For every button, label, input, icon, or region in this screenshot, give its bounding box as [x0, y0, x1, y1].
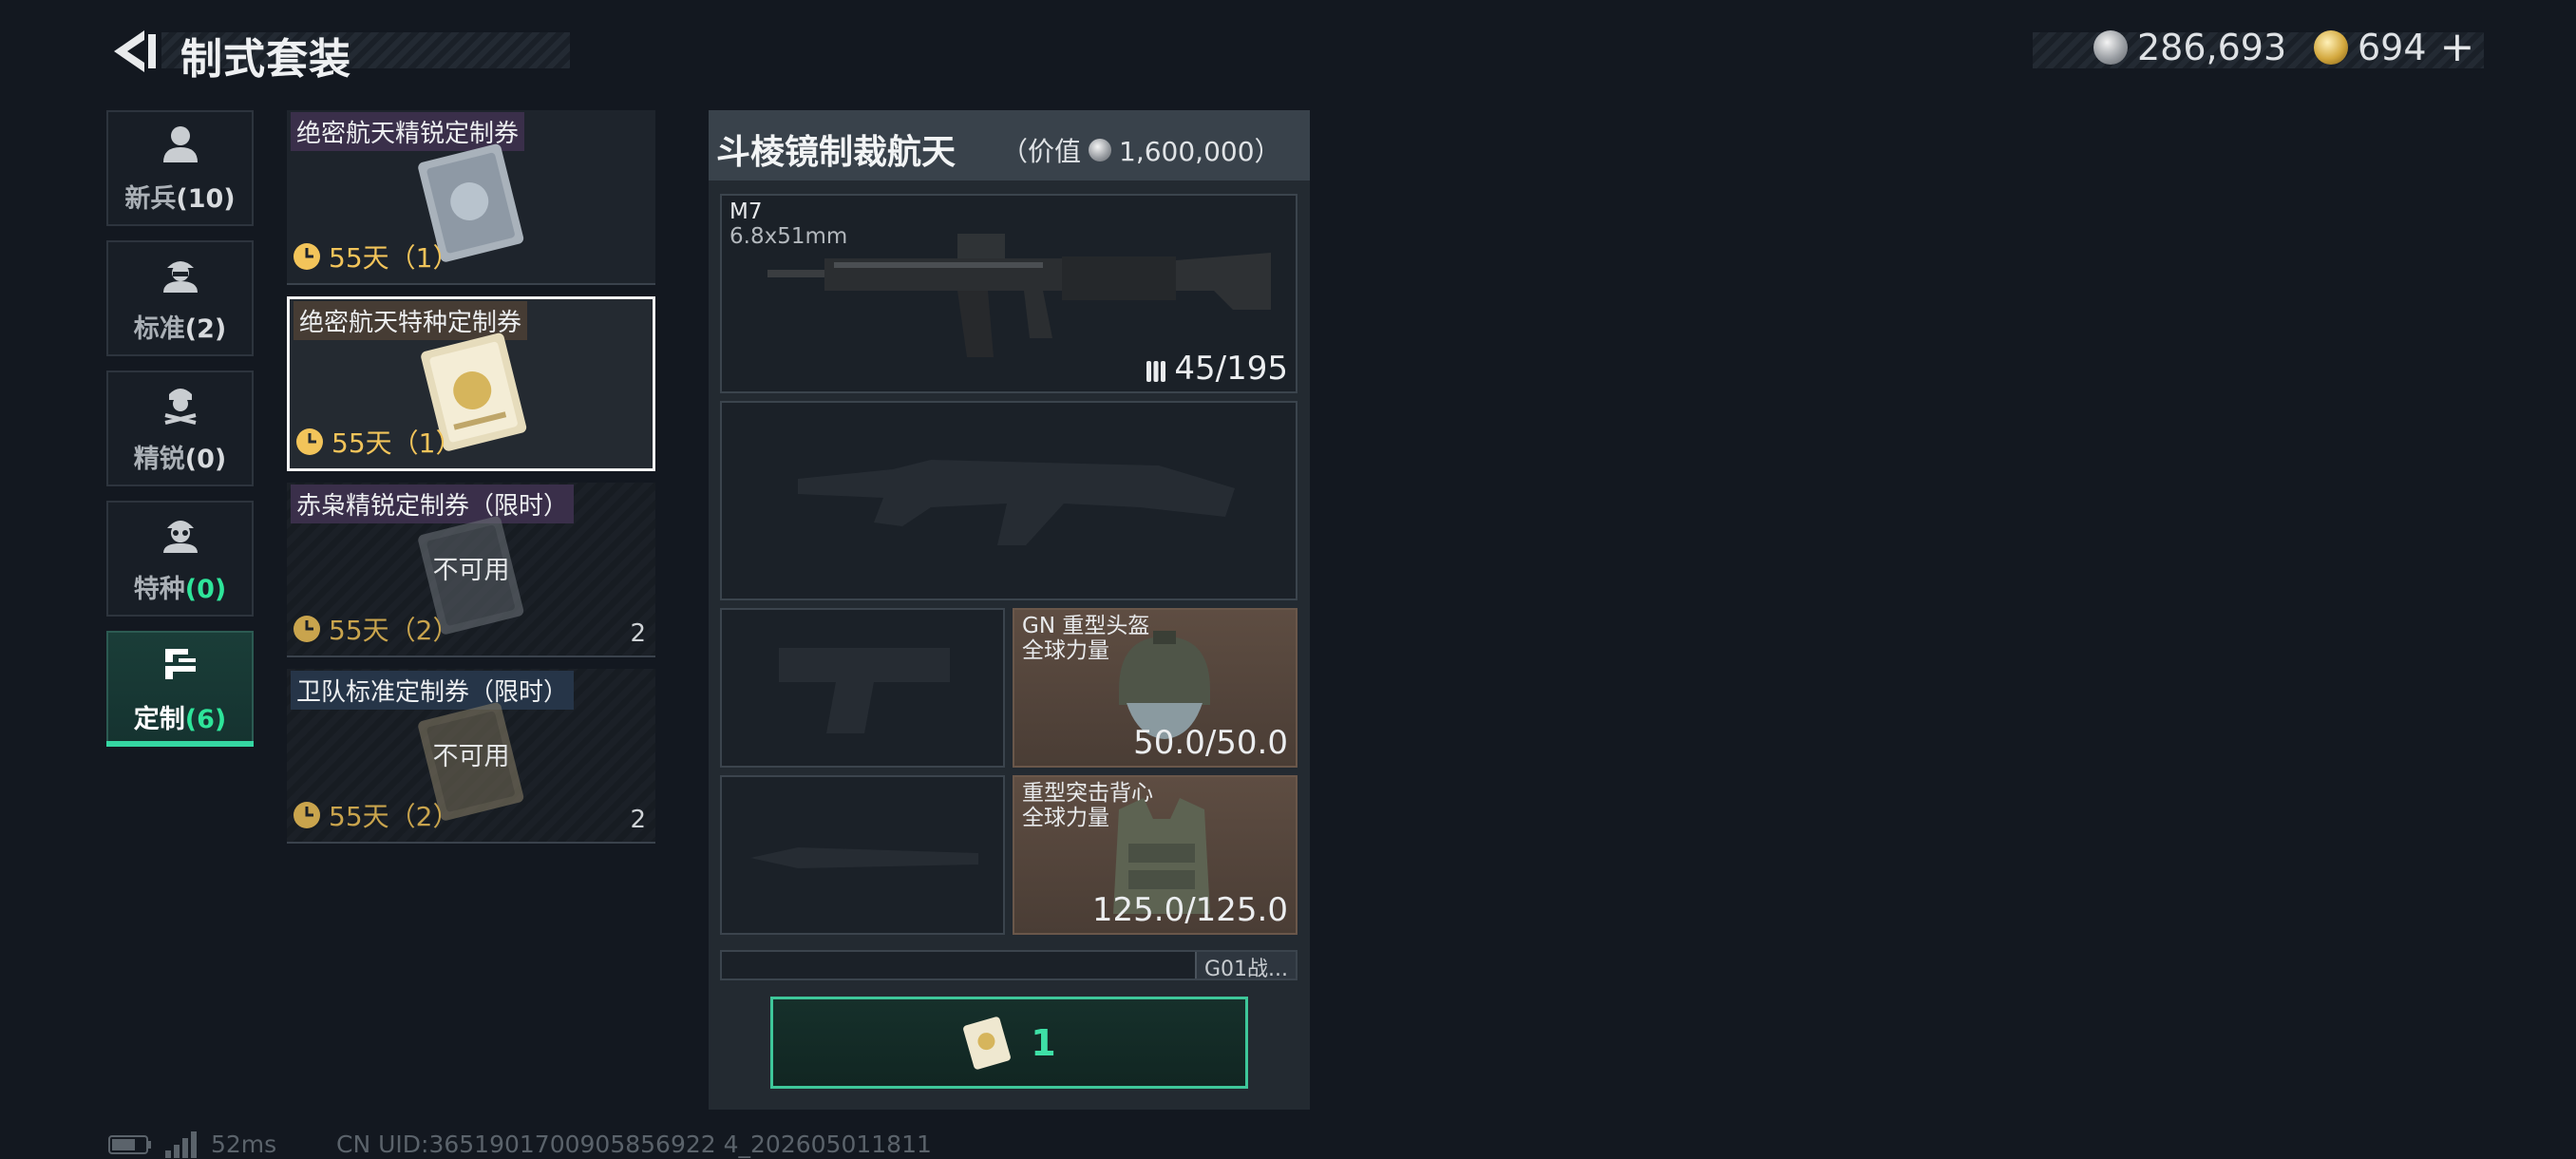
user-uid: CN UID:3651901700905856922 4_20260501181…	[336, 1130, 932, 1158]
silver-coin-icon	[1089, 139, 1112, 162]
clock-icon	[296, 428, 323, 455]
empty-melee-silhouette	[750, 847, 978, 868]
coupon-duration: 55天（1）	[293, 238, 459, 276]
ammo-count: 45/195	[1146, 350, 1288, 388]
tab-label: 定制(6)	[133, 704, 227, 734]
add-currency-button[interactable]: +	[2440, 27, 2475, 68]
ping-label: 52ms	[211, 1130, 277, 1158]
coupon-quantity: 2	[630, 806, 646, 834]
extra-item-tag: G01战...	[1194, 952, 1296, 981]
loadout-value: （价值 1,600,000）	[1001, 136, 1281, 167]
loadout-panel: 斗棱镜制裁航天 （价值 1,600,000） M7 6.8x51mm 45/19…	[709, 110, 1310, 1110]
coupon-duration: 55天（1）	[295, 423, 462, 461]
tab-special[interactable]: 特种(0)	[106, 501, 254, 617]
tab-elite[interactable]: 精锐(0)	[106, 370, 254, 486]
standard-icon	[162, 260, 198, 293]
extra-items-row[interactable]: G01战...	[720, 950, 1297, 981]
coupon-card[interactable]: 绝密航天精锐定制券 55天（1）	[287, 110, 655, 285]
tab-label: 标准(2)	[133, 314, 227, 344]
silver-coin-icon	[2093, 30, 2128, 65]
unavailable-label: 不可用	[432, 556, 510, 585]
empty-rifle-silhouette	[798, 460, 1235, 545]
armor-slot[interactable]: 重型突击背心 全球力量 125.0/125.0	[1013, 775, 1297, 935]
coupon-card[interactable]: 卫队标准定制券（限时） 不可用 55天（2） 2	[287, 669, 655, 844]
unavailable-label: 不可用	[432, 742, 510, 771]
tab-label: 精锐(0)	[133, 444, 227, 474]
coupon-ticket-icon	[963, 1016, 1012, 1070]
back-button[interactable]	[106, 25, 160, 78]
primary-weapon-slot[interactable]: M7 6.8x51mm 45/195	[720, 194, 1297, 393]
helmet-durability: 50.0/50.0	[1133, 724, 1288, 762]
battery-icon	[108, 1134, 151, 1154]
loadout-header: 斗棱镜制裁航天 （价值 1,600,000）	[709, 110, 1310, 180]
coupon-duration: 55天（2）	[293, 610, 459, 648]
active-tab-indicator	[106, 741, 254, 747]
coupon-card[interactable]: 赤枭精锐定制券（限时） 不可用 55天（2） 2	[287, 483, 655, 657]
silver-amount: 286,693	[2137, 27, 2287, 68]
melee-slot[interactable]	[720, 775, 1005, 935]
pistol-slot[interactable]	[720, 608, 1005, 768]
tab-recruit[interactable]: 新兵(10)	[106, 110, 254, 226]
tab-label: 特种(0)	[133, 574, 227, 604]
back-arrow-icon	[114, 30, 156, 72]
helmet-slot[interactable]: GN 重型头盔 全球力量 50.0/50.0	[1013, 608, 1297, 768]
clock-icon	[294, 243, 320, 270]
special-icon	[162, 520, 198, 553]
armor-durability: 125.0/125.0	[1091, 891, 1288, 929]
ammo-icon	[1146, 361, 1166, 382]
page-title: 制式套装	[180, 35, 351, 84]
clock-icon	[294, 802, 320, 828]
tab-custom[interactable]: 定制(6)	[106, 631, 254, 747]
elite-icon	[164, 388, 196, 425]
loadout-name: 斗棱镜制裁航天	[716, 133, 957, 172]
coupon-card-selected[interactable]: 绝密航天特种定制券 55天（1）	[287, 296, 655, 471]
coupon-quantity: 2	[630, 619, 646, 648]
status-bar: 52ms	[108, 1130, 276, 1158]
signal-icon	[165, 1130, 197, 1158]
gold-amount: 694	[2358, 27, 2427, 68]
tab-label: 新兵(10)	[124, 183, 236, 214]
empty-pistol-silhouette	[779, 648, 950, 733]
gold-coin-icon	[2314, 30, 2348, 65]
secondary-weapon-slot[interactable]	[720, 401, 1297, 600]
tab-standard[interactable]: 标准(2)	[106, 240, 254, 356]
gold-currency[interactable]: 694 +	[2314, 27, 2474, 68]
coupon-duration: 55天（2）	[293, 796, 459, 834]
silver-currency: 286,693	[2093, 27, 2286, 68]
recruit-icon	[162, 125, 198, 162]
custom-icon	[164, 648, 196, 679]
use-coupon-button[interactable]: 1	[770, 997, 1248, 1089]
coupon-count: 1	[1031, 1021, 1056, 1064]
clock-icon	[294, 616, 320, 642]
